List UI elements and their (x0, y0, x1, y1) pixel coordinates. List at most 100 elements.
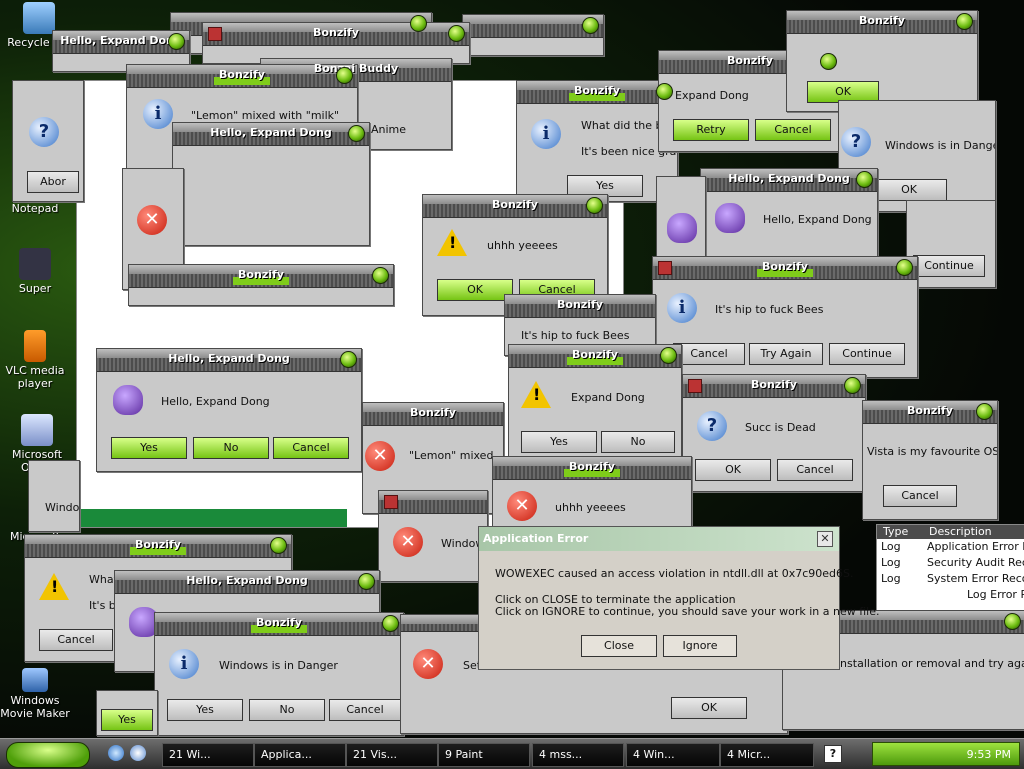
close-icon[interactable]: ✕ (817, 531, 833, 547)
taskbar-item[interactable]: 4 Win... (626, 743, 720, 767)
desktop-icon-label: VLC media player (5, 364, 65, 390)
question-icon: ? (697, 411, 727, 441)
yes-button[interactable]: Yes (101, 709, 153, 731)
cancel-button[interactable]: Cancel (883, 485, 957, 507)
ok-button[interactable]: OK (671, 697, 747, 719)
movie-maker-icon[interactable]: Windows Movie Maker (0, 668, 70, 720)
column-header-type[interactable]: Type (883, 525, 908, 539)
cancel-button[interactable]: Cancel (777, 459, 853, 481)
window-title: Bonzify (219, 68, 265, 81)
cancel-button[interactable]: Cancel (755, 119, 831, 141)
notepad-icon[interactable]: Notepad (0, 202, 70, 215)
message-text: installation or removal and try again. (837, 657, 1024, 670)
close-orb-icon[interactable] (586, 197, 603, 214)
ignore-button[interactable]: Ignore (663, 635, 737, 657)
super-icon[interactable]: Super (0, 248, 70, 295)
taskbar-item[interactable]: 21 Vis... (346, 743, 438, 767)
close-orb-icon[interactable] (348, 125, 365, 142)
cancel-button[interactable]: Cancel (329, 699, 401, 721)
taskbar-item[interactable]: 9 Paint (438, 743, 530, 767)
ok-button[interactable]: OK (437, 279, 513, 301)
message-text: It's hip to fuck Bees (715, 303, 824, 316)
dialog-windows-danger-bottom: Bonzify i Windows is in Danger Yes No Ca… (154, 612, 404, 736)
info-icon: i (667, 293, 697, 323)
window-title: Bonzify (751, 378, 797, 391)
continue-button[interactable]: Continue (913, 255, 985, 277)
vlc-icon[interactable]: VLC media player (0, 330, 70, 390)
start-button[interactable] (6, 742, 90, 768)
taskbar-item[interactable]: 4 Micr... (720, 743, 814, 767)
desktop-icon-label: Notepad (11, 202, 59, 215)
info-icon: i (169, 649, 199, 679)
close-orb-icon[interactable] (336, 67, 353, 84)
close-orb-icon[interactable] (956, 13, 973, 30)
continue-button[interactable]: Continue (829, 343, 905, 365)
window-title: Bonzify (492, 198, 538, 211)
help-icon[interactable]: ? (824, 745, 842, 763)
log-type: Log (881, 556, 901, 569)
no-button[interactable]: No (249, 699, 325, 721)
bonzi-buddy-icon (113, 385, 143, 415)
close-orb-icon[interactable] (270, 537, 287, 554)
close-orb-icon[interactable] (582, 17, 599, 34)
dialog-title: Application Error (483, 532, 589, 545)
close-orb-icon[interactable] (168, 33, 185, 50)
close-orb-icon[interactable] (382, 615, 399, 632)
taskbar-item[interactable]: 4 mss... (532, 743, 624, 767)
close-orb-icon[interactable] (896, 259, 913, 276)
close-orb-icon[interactable] (656, 83, 673, 100)
close-orb-icon[interactable] (820, 53, 837, 70)
retry-button[interactable]: Retry (673, 119, 749, 141)
close-orb-icon[interactable] (448, 25, 465, 42)
yes-button[interactable]: Yes (111, 437, 187, 459)
clock[interactable]: 9:53 PM (967, 748, 1011, 761)
quicklaunch-icon[interactable] (130, 745, 146, 761)
desktop-icon-label: Super (18, 282, 52, 295)
window-title: Hello, Expand Dong (728, 172, 850, 185)
close-orb-icon[interactable] (856, 171, 873, 188)
taskbar-item[interactable]: 21 Wi... (162, 743, 254, 767)
no-button[interactable]: No (601, 431, 675, 453)
close-orb-icon[interactable] (340, 351, 357, 368)
super-glyph-icon (19, 248, 51, 280)
try-again-button[interactable]: Try Again (749, 343, 823, 365)
ok-button[interactable]: OK (695, 459, 771, 481)
application-error-dialog: Application Error ✕ WOWEXEC caused an acc… (478, 526, 880, 670)
close-orb-icon[interactable] (1004, 613, 1021, 630)
cancel-button[interactable]: Cancel (273, 437, 349, 459)
recycle-bin-glyph-icon (23, 2, 55, 34)
close-orb-icon[interactable] (358, 573, 375, 590)
message-text: Windows is in Danger (885, 139, 996, 152)
dialog-yes-bottom-left: Yes (96, 690, 158, 736)
event-log-list[interactable]: Type Description Log Application Error Rec… (876, 524, 1024, 612)
close-orb-icon[interactable] (372, 267, 389, 284)
dialog-window-error: ✕ Window (378, 490, 488, 582)
message-text: Windo (45, 501, 80, 514)
close-orb-icon[interactable] (660, 347, 677, 364)
cancel-button[interactable]: Cancel (673, 343, 745, 365)
no-button[interactable]: No (193, 437, 269, 459)
abort-button[interactable]: Abor (27, 171, 79, 193)
info-icon: i (143, 99, 173, 129)
close-orb-icon[interactable] (844, 377, 861, 394)
error-icon: ✕ (507, 491, 537, 521)
dialog-continue-right: Continue (906, 200, 996, 288)
log-desc: Log Error Re (967, 588, 1024, 601)
window-title: Bonzify (574, 84, 620, 97)
window-title: Bonzify (557, 298, 603, 311)
question-icon: ? (841, 127, 871, 157)
close-button[interactable]: Close (581, 635, 657, 657)
window-title: Bonzify (572, 348, 618, 361)
log-desc: Application Error Rec (927, 540, 1024, 553)
taskbar-item[interactable]: Applica... (254, 743, 346, 767)
ie-icon[interactable] (108, 745, 124, 761)
ok-button[interactable]: OK (871, 179, 947, 201)
yes-button[interactable]: Yes (521, 431, 597, 453)
close-orb-icon[interactable] (976, 403, 993, 420)
column-header-description[interactable]: Description (929, 525, 992, 539)
warning-icon: ! (521, 381, 551, 408)
yes-button[interactable]: Yes (167, 699, 243, 721)
cancel-button[interactable]: Cancel (39, 629, 113, 651)
log-desc: Security Audit Recor (927, 556, 1024, 569)
log-type: Log (881, 540, 901, 553)
